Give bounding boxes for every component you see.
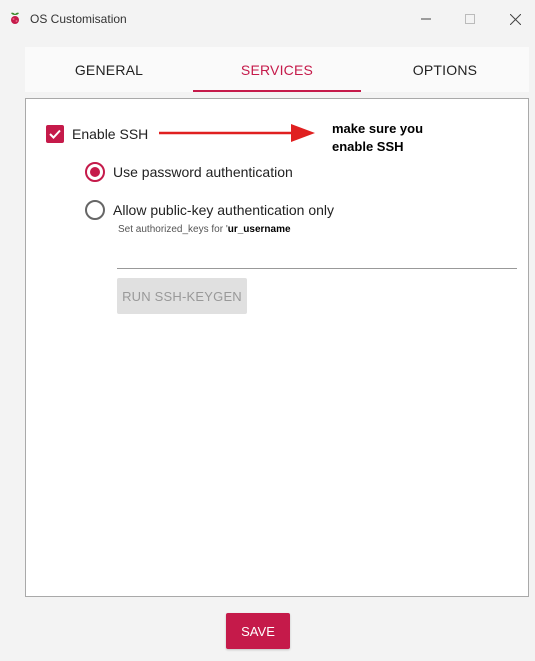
minimize-button[interactable] <box>414 8 438 30</box>
tab-bar: GENERAL SERVICES OPTIONS <box>25 47 529 92</box>
tab-general[interactable]: GENERAL <box>25 47 193 92</box>
annotation-line-1: make sure you <box>332 121 424 136</box>
tab-options[interactable]: OPTIONS <box>361 47 529 92</box>
maximize-icon <box>465 14 475 24</box>
tab-services[interactable]: SERVICES <box>193 47 361 92</box>
annotation-note: make sure you enable SSH <box>332 120 472 156</box>
close-button[interactable] <box>503 8 527 30</box>
enable-ssh-checkbox[interactable] <box>46 125 64 143</box>
run-ssh-keygen-button[interactable]: RUN SSH-KEYGEN <box>117 278 247 314</box>
pubkey-auth-label[interactable]: Allow public-key authentication only <box>113 202 334 218</box>
title-bar: OS Customisation <box>0 0 535 36</box>
checkmark-icon <box>49 129 61 139</box>
annotation-line-2: enable SSH <box>332 139 404 154</box>
enable-ssh-label[interactable]: Enable SSH <box>72 126 148 142</box>
authorized-keys-username: ur_username <box>227 224 291 235</box>
annotation-arrow-icon <box>159 124 315 142</box>
window-title: OS Customisation <box>30 12 127 26</box>
password-auth-radio[interactable] <box>85 162 105 182</box>
password-auth-label[interactable]: Use password authentication <box>113 164 293 180</box>
maximize-button[interactable] <box>458 8 482 30</box>
authorized-keys-input[interactable] <box>117 253 517 269</box>
save-button[interactable]: SAVE <box>226 613 290 649</box>
authorized-keys-hint-prefix: Set authorized_keys for ' <box>118 224 228 235</box>
services-panel: Enable SSH make sure you enable SSH Use … <box>25 98 529 597</box>
raspberry-icon <box>11 12 19 24</box>
minimize-icon <box>421 18 431 20</box>
pubkey-auth-radio[interactable] <box>85 200 105 220</box>
authorized-keys-hint: Set authorized_keys for 'ur_username <box>118 224 291 235</box>
close-icon <box>509 13 521 25</box>
active-tab-indicator <box>193 90 361 92</box>
radio-dot <box>90 167 100 177</box>
